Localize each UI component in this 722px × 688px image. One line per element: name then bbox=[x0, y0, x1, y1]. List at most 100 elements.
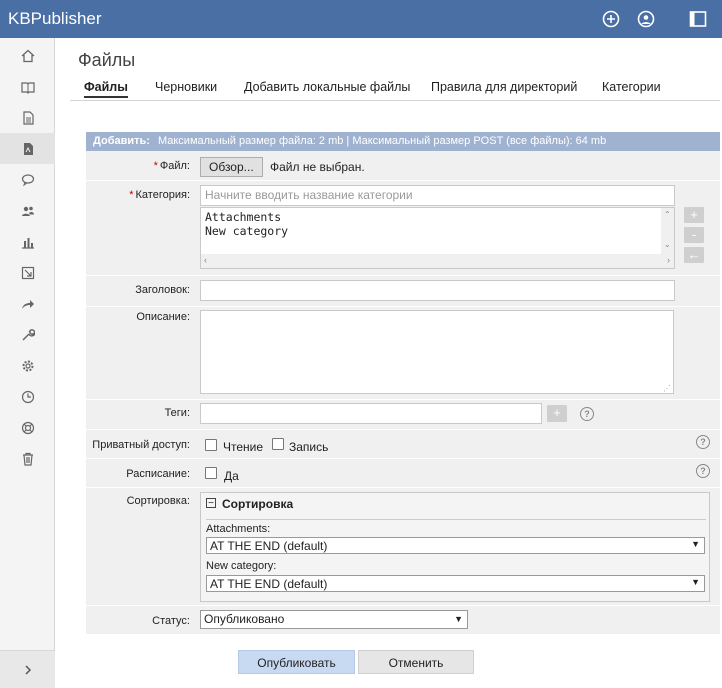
title-row: Заголовок: bbox=[86, 276, 720, 307]
horizontal-scrollbar[interactable]: ‹ › bbox=[201, 254, 674, 268]
sidebar-item-trash[interactable] bbox=[0, 443, 55, 474]
sidebar-item-settings[interactable] bbox=[0, 350, 55, 381]
gear-icon bbox=[22, 360, 33, 371]
private-access-row: Приватный доступ: Чтение Запись ? bbox=[86, 430, 720, 459]
scroll-right-icon[interactable]: › bbox=[667, 255, 670, 265]
form-header-title: Добавить: bbox=[93, 135, 150, 147]
remove-category-button[interactable]: - bbox=[684, 227, 704, 243]
file-icon bbox=[23, 142, 33, 155]
document-icon bbox=[22, 110, 34, 125]
sort-box-title: Сортировка bbox=[222, 497, 294, 511]
chat-icon bbox=[21, 173, 34, 186]
chart-icon bbox=[21, 237, 34, 249]
sidebar-item-export[interactable] bbox=[0, 257, 55, 288]
tags-input[interactable] bbox=[200, 403, 542, 424]
publish-button[interactable]: Опубликовать bbox=[238, 650, 355, 674]
tab-add-local-files[interactable]: Добавить локальные файлы bbox=[244, 80, 410, 94]
tab-files[interactable]: Файлы bbox=[84, 80, 128, 98]
sidebar-item-articles[interactable] bbox=[0, 71, 55, 102]
schedule-row: Расписание: Да ? bbox=[86, 459, 720, 488]
sort-fieldset: − Сортировка Attachments: AT THE END (de… bbox=[200, 492, 710, 602]
collapse-icon[interactable]: − bbox=[206, 498, 216, 509]
private-access-label: Приватный доступ: bbox=[92, 439, 190, 451]
sidebar-item-share[interactable] bbox=[0, 288, 55, 319]
plus-circle-icon[interactable] bbox=[602, 10, 620, 28]
move-category-button[interactable]: ← bbox=[684, 247, 704, 263]
lifebuoy-icon bbox=[21, 421, 34, 434]
required-marker: * bbox=[129, 189, 134, 201]
category-list-item[interactable]: Attachments bbox=[205, 210, 281, 224]
tab-categories[interactable]: Категории bbox=[602, 80, 661, 94]
sidebar-item-users[interactable] bbox=[0, 195, 55, 226]
tab-drafts[interactable]: Черновики bbox=[155, 80, 217, 94]
sidebar-item-tools[interactable] bbox=[0, 319, 55, 350]
sidebar-toggle[interactable] bbox=[0, 650, 55, 688]
scroll-down-icon[interactable]: ⌄ bbox=[664, 240, 671, 249]
window-icon[interactable] bbox=[689, 10, 707, 28]
status-select-value: Опубликовано bbox=[204, 612, 285, 626]
user-icon[interactable] bbox=[637, 10, 655, 28]
sidebar-item-documents[interactable] bbox=[0, 102, 55, 133]
title-label: Заголовок: bbox=[135, 284, 190, 296]
category-list[interactable]: Attachments New category ⌃ ⌄ ‹ › bbox=[200, 207, 675, 269]
file-label: * Файл: bbox=[153, 160, 190, 172]
sort-item-label: New category: bbox=[206, 560, 277, 572]
cancel-button[interactable]: Отменить bbox=[358, 650, 474, 674]
help-icon[interactable]: ? bbox=[696, 464, 710, 478]
sidebar bbox=[0, 38, 55, 688]
category-list-item[interactable]: New category bbox=[205, 224, 288, 238]
sort-select-value: AT THE END (default) bbox=[210, 539, 328, 553]
book-icon bbox=[20, 81, 35, 94]
tags-row: Теги: + ? bbox=[86, 400, 720, 430]
share-icon bbox=[21, 299, 34, 309]
sidebar-item-help[interactable] bbox=[0, 412, 55, 443]
help-icon[interactable]: ? bbox=[580, 407, 594, 421]
sidebar-item-home[interactable] bbox=[0, 40, 55, 71]
vertical-scrollbar[interactable]: ⌃ ⌄ bbox=[661, 208, 674, 254]
scroll-up-icon[interactable]: ⌃ bbox=[664, 210, 671, 219]
upload-limits: Максимальный размер файла: 2 mb | Максим… bbox=[157, 135, 607, 147]
category-row: * Категория: Начните вводить название кат… bbox=[86, 181, 720, 276]
sidebar-item-log[interactable] bbox=[0, 381, 55, 412]
tab-directory-rules[interactable]: Правила для директорий bbox=[431, 80, 577, 94]
resize-handle-icon[interactable]: ⋰ bbox=[663, 384, 671, 393]
scroll-left-icon[interactable]: ‹ bbox=[204, 255, 207, 265]
top-bar: KBPublisher bbox=[0, 0, 722, 38]
sort-select-new-category[interactable]: AT THE END (default) ▼ bbox=[206, 575, 705, 592]
status-label: Статус: bbox=[152, 615, 190, 627]
description-row: Описание: ⋰ bbox=[86, 307, 720, 400]
sort-item-label: Attachments: bbox=[206, 523, 271, 535]
title-input[interactable] bbox=[200, 280, 675, 301]
schedule-label: Расписание: bbox=[126, 468, 190, 480]
tab-bar: Файлы Черновики Добавить локальные файлы… bbox=[70, 77, 720, 101]
form-header: Добавить: Максимальный размер файла: 2 mb… bbox=[86, 132, 720, 151]
sort-select-value: AT THE END (default) bbox=[210, 577, 328, 591]
sort-select-attachments[interactable]: AT THE END (default) ▼ bbox=[206, 537, 705, 554]
required-marker: * bbox=[153, 160, 158, 172]
sidebar-item-feedback[interactable] bbox=[0, 164, 55, 195]
description-textarea[interactable] bbox=[200, 310, 674, 394]
trash-icon bbox=[22, 452, 33, 466]
file-status: Файл не выбран. bbox=[270, 160, 365, 174]
add-category-button[interactable]: + bbox=[684, 207, 704, 223]
read-checkbox[interactable] bbox=[205, 439, 217, 451]
divider bbox=[206, 519, 706, 520]
add-tag-button[interactable]: + bbox=[547, 405, 567, 422]
schedule-checkbox[interactable] bbox=[205, 467, 217, 479]
wrench-icon bbox=[21, 328, 35, 341]
help-icon[interactable]: ? bbox=[696, 435, 710, 449]
write-checkbox[interactable] bbox=[272, 438, 284, 450]
chevron-down-icon: ▼ bbox=[691, 577, 700, 587]
app-logo[interactable]: KBPublisher bbox=[8, 9, 102, 29]
page-title: Файлы bbox=[78, 50, 136, 70]
chevron-right-icon bbox=[24, 664, 31, 675]
sidebar-item-reports[interactable] bbox=[0, 226, 55, 257]
tags-label: Теги: bbox=[164, 407, 190, 419]
sidebar-item-files[interactable] bbox=[0, 133, 55, 164]
write-checkbox-label: Запись bbox=[289, 440, 329, 454]
status-select[interactable]: Опубликовано ▼ bbox=[200, 610, 468, 629]
browse-button[interactable]: Обзор... bbox=[200, 157, 263, 177]
category-search-input[interactable]: Начните вводить название категории bbox=[200, 185, 675, 206]
add-file-form: Добавить: Максимальный размер файла: 2 mb… bbox=[86, 132, 720, 634]
category-label: * Категория: bbox=[129, 189, 190, 201]
